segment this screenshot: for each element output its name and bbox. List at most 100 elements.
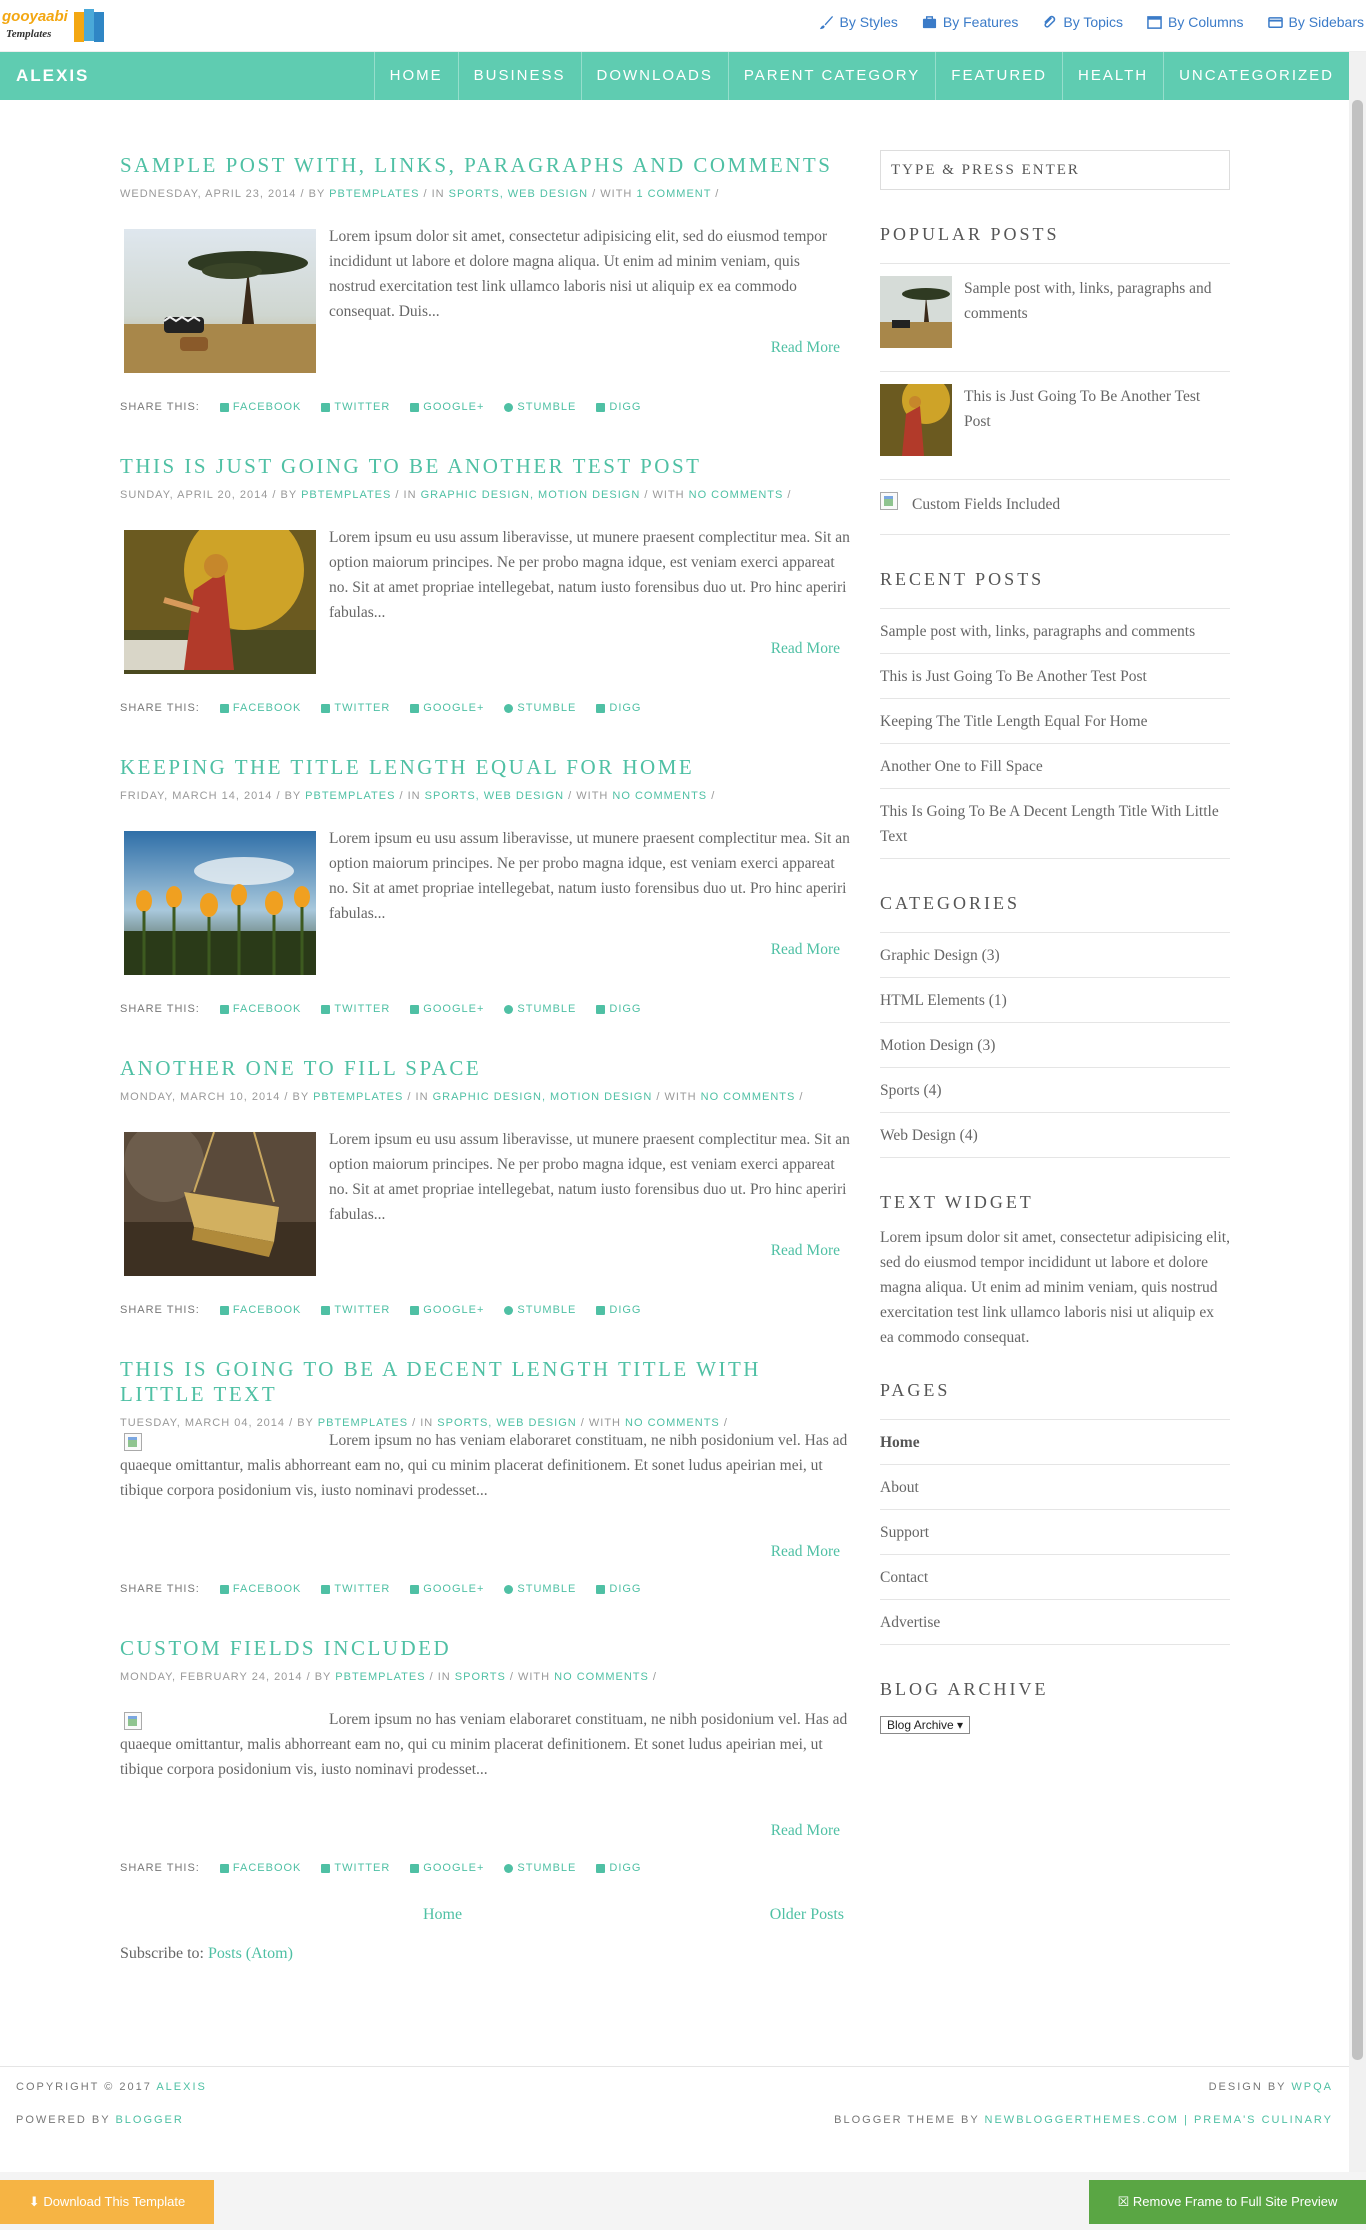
share-digg[interactable]: DIGG — [596, 1304, 641, 1316]
post-thumbnail-swing[interactable] — [124, 1132, 316, 1276]
by-styles-link[interactable]: By Styles — [819, 14, 898, 30]
pager-home-link[interactable]: Home — [423, 1906, 462, 1924]
by-sidebars-link[interactable]: By Sidebars — [1267, 14, 1364, 30]
post-comments[interactable]: NO COMMENTS — [612, 790, 707, 802]
read-more-link[interactable]: Read More — [771, 1822, 840, 1840]
share-googleplus[interactable]: GOOGLE+ — [410, 401, 484, 413]
recent-post-link[interactable]: Sample post with, links, paragraphs and … — [880, 609, 1230, 654]
share-stumble[interactable]: STUMBLE — [504, 1583, 576, 1595]
scrollbar-thumb[interactable] — [1352, 100, 1363, 2060]
read-more-link[interactable]: Read More — [771, 1543, 840, 1561]
menu-item-health[interactable]: HEALTH — [1062, 52, 1163, 100]
post-categories[interactable]: SPORTS — [455, 1671, 506, 1683]
share-twitter[interactable]: TWITTER — [321, 702, 390, 714]
post-author[interactable]: PBTEMPLATES — [301, 489, 391, 501]
popular-post-item[interactable]: Sample post with, links, paragraphs and … — [880, 264, 1230, 372]
by-features-link[interactable]: By Features — [922, 14, 1018, 30]
share-googleplus[interactable]: GOOGLE+ — [410, 702, 484, 714]
subscribe-atom-link[interactable]: Posts (Atom) — [208, 1945, 293, 1962]
broken-image-icon[interactable] — [880, 492, 898, 510]
post-thumbnail-girl-sunset[interactable] — [124, 530, 316, 674]
category-link[interactable]: HTML Elements (1) — [880, 978, 1230, 1023]
post-comments[interactable]: NO COMMENTS — [554, 1671, 649, 1683]
recent-post-link[interactable]: Another One to Fill Space — [880, 744, 1230, 789]
read-more-link[interactable]: Read More — [771, 1242, 840, 1260]
post-comments[interactable]: NO COMMENTS — [689, 489, 784, 501]
post-categories[interactable]: SPORTS, WEB DESIGN — [449, 188, 588, 200]
popular-post-item[interactable]: This is Just Going To Be Another Test Po… — [880, 372, 1230, 480]
copyright-link[interactable]: ALEXIS — [156, 2081, 207, 2093]
broken-image-icon[interactable] — [124, 1712, 142, 1730]
read-more-link[interactable]: Read More — [771, 640, 840, 658]
popular-post-item[interactable]: Custom Fields Included — [880, 480, 1230, 535]
remove-frame-button[interactable]: ☒ Remove Frame to Full Site Preview — [1089, 2180, 1366, 2224]
older-posts-link[interactable]: Older Posts — [770, 1906, 844, 1924]
category-link[interactable]: Web Design (4) — [880, 1113, 1230, 1158]
share-twitter[interactable]: TWITTER — [321, 1003, 390, 1015]
share-digg[interactable]: DIGG — [596, 702, 641, 714]
post-comments[interactable]: NO COMMENTS — [701, 1091, 796, 1103]
post-title[interactable]: THIS IS JUST GOING TO BE ANOTHER TEST PO… — [120, 454, 850, 479]
menu-item-parent-category[interactable]: PARENT CATEGORY — [727, 52, 935, 100]
blog-archive-select[interactable]: Blog Archive ▾ — [880, 1716, 971, 1734]
by-columns-link[interactable]: By Columns — [1147, 14, 1244, 30]
popular-post-title[interactable]: Custom Fields Included — [912, 492, 1178, 517]
premas-culinary-link[interactable]: PREMA'S CULINARY — [1194, 2114, 1333, 2126]
share-stumble[interactable]: STUMBLE — [504, 702, 576, 714]
gooyaabi-logo[interactable]: gooyaabi Templates — [2, 4, 110, 48]
recent-post-link[interactable]: This Is Going To Be A Decent Length Titl… — [880, 789, 1230, 859]
post-title[interactable]: ANOTHER ONE TO FILL SPACE — [120, 1056, 850, 1081]
post-thumbnail-tulips[interactable] — [124, 831, 316, 975]
menu-item-home[interactable]: HOME — [373, 52, 458, 100]
post-comments[interactable]: 1 COMMENT — [636, 188, 711, 200]
recent-post-link[interactable]: This is Just Going To Be Another Test Po… — [880, 654, 1230, 699]
page-link-advertise[interactable]: Advertise — [880, 1600, 1230, 1645]
category-link[interactable]: Motion Design (3) — [880, 1023, 1230, 1068]
search-input[interactable] — [880, 150, 1230, 190]
recent-post-link[interactable]: Keeping The Title Length Equal For Home — [880, 699, 1230, 744]
read-more-link[interactable]: Read More — [771, 339, 840, 357]
share-stumble[interactable]: STUMBLE — [504, 401, 576, 413]
powered-by-link[interactable]: BLOGGER — [115, 2114, 183, 2126]
share-facebook[interactable]: FACEBOOK — [219, 1862, 302, 1874]
share-twitter[interactable]: TWITTER — [321, 1583, 390, 1595]
post-title[interactable]: SAMPLE POST WITH, LINKS, PARAGRAPHS AND … — [120, 153, 850, 178]
broken-image-icon[interactable] — [124, 1433, 142, 1451]
popular-post-thumbnail[interactable] — [880, 384, 952, 456]
page-link-support[interactable]: Support — [880, 1510, 1230, 1555]
page-scrollbar[interactable] — [1349, 52, 1366, 2172]
share-facebook[interactable]: FACEBOOK — [219, 702, 302, 714]
share-googleplus[interactable]: GOOGLE+ — [410, 1862, 484, 1874]
share-facebook[interactable]: FACEBOOK — [219, 1003, 302, 1015]
post-title[interactable]: THIS IS GOING TO BE A DECENT LENGTH TITL… — [120, 1357, 850, 1407]
share-twitter[interactable]: TWITTER — [321, 1304, 390, 1316]
share-googleplus[interactable]: GOOGLE+ — [410, 1304, 484, 1316]
share-digg[interactable]: DIGG — [596, 401, 641, 413]
post-author[interactable]: PBTEMPLATES — [335, 1671, 425, 1683]
download-template-button[interactable]: ⬇ Download This Template — [0, 2180, 214, 2224]
design-by-link[interactable]: WPQA — [1291, 2081, 1333, 2093]
share-googleplus[interactable]: GOOGLE+ — [410, 1583, 484, 1595]
popular-post-title[interactable]: This is Just Going To Be Another Test Po… — [964, 384, 1230, 434]
read-more-link[interactable]: Read More — [771, 941, 840, 959]
popular-post-title[interactable]: Sample post with, links, paragraphs and … — [964, 276, 1230, 326]
share-stumble[interactable]: STUMBLE — [504, 1862, 576, 1874]
post-author[interactable]: PBTEMPLATES — [329, 188, 419, 200]
post-categories[interactable]: GRAPHIC DESIGN, MOTION DESIGN — [433, 1091, 653, 1103]
popular-post-thumbnail[interactable] — [880, 276, 952, 348]
theme-by-link[interactable]: NEWBLOGGERTHEMES.COM — [985, 2114, 1179, 2126]
page-link-home[interactable]: Home — [880, 1420, 1230, 1465]
page-link-about[interactable]: About — [880, 1465, 1230, 1510]
share-twitter[interactable]: TWITTER — [321, 401, 390, 413]
post-title[interactable]: KEEPING THE TITLE LENGTH EQUAL FOR HOME — [120, 755, 850, 780]
share-googleplus[interactable]: GOOGLE+ — [410, 1003, 484, 1015]
share-twitter[interactable]: TWITTER — [321, 1862, 390, 1874]
page-link-contact[interactable]: Contact — [880, 1555, 1230, 1600]
post-author[interactable]: PBTEMPLATES — [305, 790, 395, 802]
site-brand[interactable]: ALEXIS — [16, 66, 89, 86]
post-categories[interactable]: GRAPHIC DESIGN, MOTION DESIGN — [421, 489, 641, 501]
share-stumble[interactable]: STUMBLE — [504, 1304, 576, 1316]
share-digg[interactable]: DIGG — [596, 1583, 641, 1595]
post-title[interactable]: CUSTOM FIELDS INCLUDED — [120, 1636, 850, 1661]
category-link[interactable]: Graphic Design (3) — [880, 933, 1230, 978]
